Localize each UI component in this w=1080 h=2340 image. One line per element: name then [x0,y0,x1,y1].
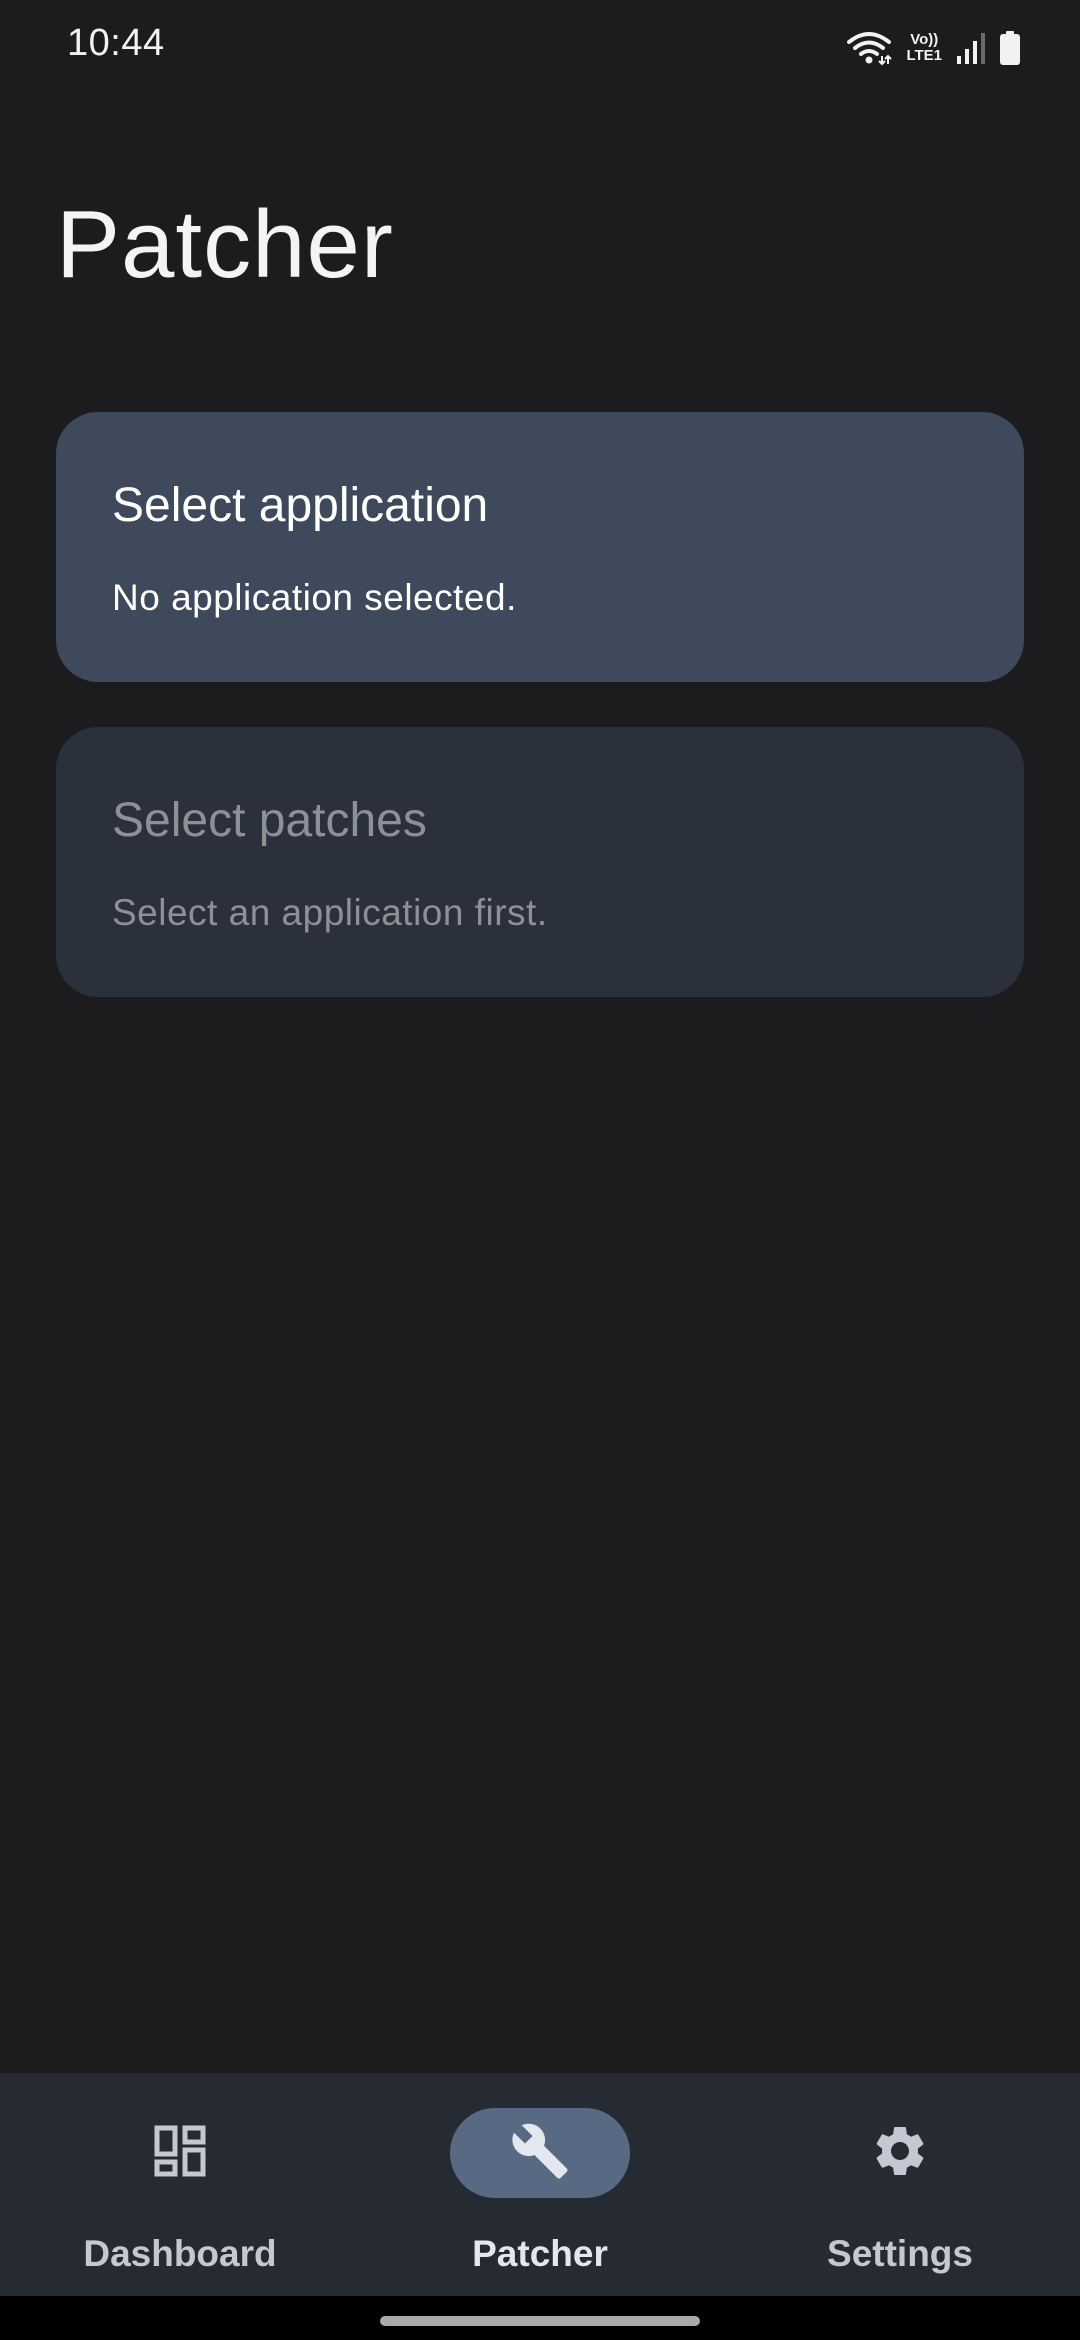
nav-item-settings[interactable]: Settings [720,2073,1080,2296]
nav-label-dashboard: Dashboard [83,2233,277,2274]
nav-icon-container [810,2108,990,2198]
nav-item-dashboard[interactable]: Dashboard [0,2073,360,2296]
wrench-icon [510,2121,570,2186]
volte-label: Vo)) [910,31,939,48]
bottom-navigation: Dashboard Patcher Settings [0,2073,1080,2296]
nav-icon-container-active [450,2108,630,2198]
nav-label-settings: Settings [827,2233,973,2274]
volte-lte-icon: Vo)) LTE1 [906,32,942,64]
status-time: 10:44 [67,22,165,64]
dashboard-icon [154,2125,206,2182]
screen: 10:44 Vo)) LTE1 Patcher Select applicati… [0,0,1080,2340]
wifi-icon [846,30,893,66]
select-application-card[interactable]: Select application No application select… [56,412,1024,682]
nav-icon-container [90,2108,270,2198]
select-application-subtitle: No application selected. [112,577,517,618]
status-icons: Vo)) LTE1 [846,26,1020,70]
select-patches-card[interactable]: Select patches Select an application fir… [56,727,1024,997]
lte-label: LTE1 [906,47,942,64]
page-title: Patcher [56,191,394,298]
select-patches-subtitle: Select an application first. [112,892,548,933]
gear-icon [870,2121,930,2186]
nav-label-patcher: Patcher [472,2233,608,2274]
status-bar: 10:44 Vo)) LTE1 [0,0,1080,100]
signal-icon [956,32,986,64]
gesture-navigation-area [0,2296,1080,2340]
select-application-title: Select application [112,479,489,532]
nav-item-patcher[interactable]: Patcher [360,2073,720,2296]
gesture-handle[interactable] [380,2316,700,2326]
battery-icon [1000,31,1020,65]
select-patches-title: Select patches [112,794,427,847]
